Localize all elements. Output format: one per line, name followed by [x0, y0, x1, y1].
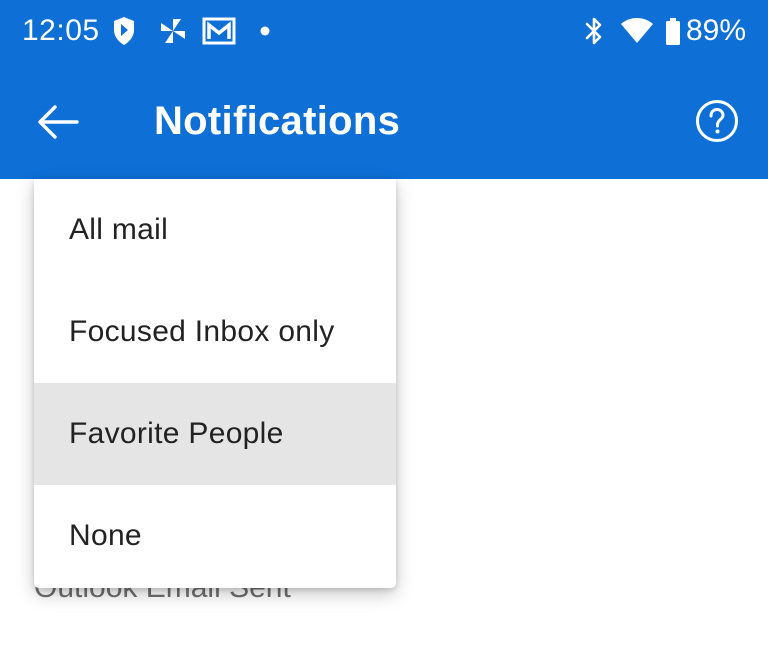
status-bar: 12:05 89%: [0, 0, 768, 64]
help-button[interactable]: [694, 98, 740, 144]
menu-item-label: Favorite People: [69, 417, 284, 450]
menu-item-label: None: [69, 519, 142, 552]
menu-item-label: All mail: [69, 213, 169, 246]
menu-item-favorite-people[interactable]: Favorite People: [34, 383, 396, 485]
menu-item-all-mail[interactable]: All mail: [34, 179, 396, 281]
help-icon: [696, 100, 738, 142]
notifications-screen: 12:05 89% Notifications All mail Focused…: [0, 0, 768, 651]
bluetooth-icon: [583, 15, 605, 47]
menu-item-none[interactable]: None: [34, 485, 396, 587]
wifi-icon: [620, 15, 654, 47]
shield-icon: [112, 15, 136, 47]
battery-icon: [664, 15, 682, 47]
menu-item-focused-inbox-only[interactable]: Focused Inbox only: [34, 281, 396, 383]
page-title: Notifications: [154, 99, 401, 143]
status-time: 12:05: [22, 14, 100, 47]
menu-item-label: Focused Inbox only: [69, 315, 335, 348]
app-bar: Notifications: [0, 64, 768, 179]
notification-options-menu: All mail Focused Inbox only Favorite Peopl…: [34, 179, 396, 588]
pinwheel-icon: [158, 15, 188, 47]
back-arrow-icon: [38, 105, 79, 139]
gmail-icon: [202, 15, 236, 47]
battery-percentage: 89%: [685, 14, 746, 47]
notification-dot-icon: [258, 15, 272, 47]
back-button[interactable]: [30, 94, 86, 150]
